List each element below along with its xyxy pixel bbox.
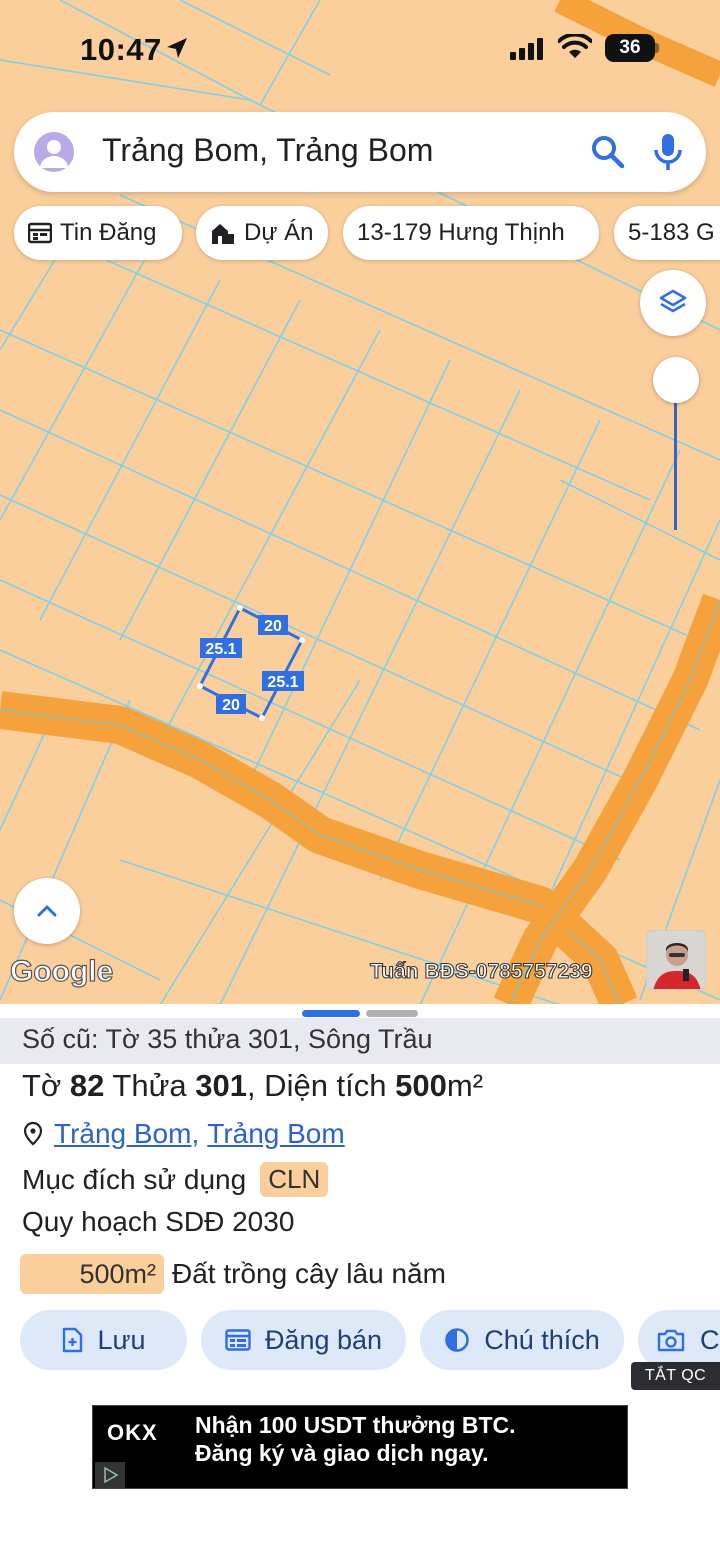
land-use-badge: CLN: [260, 1162, 329, 1197]
map-view[interactable]: 20 25.1 25.1 20 10:47 36 Trảng Bom, Trản…: [0, 0, 720, 1005]
parcel-edge-label: 20: [222, 697, 240, 714]
building-icon: [210, 222, 236, 244]
land-use-line: Mục đích sử dụng CLN: [22, 1162, 329, 1197]
selected-parcel[interactable]: 20 25.1 25.1 20: [197, 605, 305, 721]
parcel-edge-label: 25.1: [267, 674, 298, 691]
contrast-icon: [444, 1327, 470, 1353]
post-listing-label: Đăng bán: [264, 1324, 383, 1355]
camera-icon: [656, 1327, 686, 1353]
user-icon: [40, 140, 68, 168]
profile-thumbnail[interactable]: [646, 930, 706, 990]
save-label: Lưu: [97, 1324, 146, 1355]
plan-label: Quy hoạch SDĐ 2030: [22, 1206, 295, 1237]
ad-banner[interactable]: OKX Nhận 100 USDT thưởng BTC. Đăng ký và…: [92, 1405, 628, 1489]
layers-icon: [659, 289, 687, 313]
area-value: 500: [395, 1068, 447, 1103]
land-use-label: Mục đích sử dụng: [22, 1163, 247, 1195]
okx-logo: OKX: [107, 1420, 158, 1445]
sheet-handle-inactive[interactable]: [366, 1010, 418, 1017]
action-buttons: Lưu Đăng bán Chú thích C: [0, 1310, 720, 1372]
title-text: Thửa: [104, 1068, 196, 1103]
plan-area-description: Đất trồng cây lâu năm: [172, 1258, 446, 1289]
microphone-icon[interactable]: [648, 130, 688, 174]
chip-label: 5-183 G: [628, 219, 715, 246]
avatar[interactable]: [34, 132, 74, 172]
chevron-up-icon: [37, 905, 57, 917]
area-unit: m²: [446, 1068, 484, 1103]
parcel-edge-label: 25.1: [205, 641, 236, 658]
search-input[interactable]: Trảng Bom, Trảng Bom: [102, 132, 433, 169]
location-arrow-icon: [167, 38, 187, 58]
listing-icon: [225, 1328, 251, 1352]
search-icon[interactable]: [588, 132, 628, 172]
chip-next[interactable]: 5-183 G: [614, 206, 720, 260]
search-bar[interactable]: Trảng Bom, Trảng Bom: [14, 112, 706, 192]
watermark-text: Tuấn BĐS-0785757239: [369, 959, 593, 983]
ad-subline: Đăng ký và giao dịch ngay.: [195, 1440, 489, 1466]
add-file-icon: [61, 1327, 83, 1353]
expand-up-button[interactable]: [14, 878, 80, 944]
ad-play-icon[interactable]: [95, 1462, 125, 1488]
title-text: , Diện tích: [246, 1068, 396, 1103]
post-listing-button[interactable]: Đăng bán: [201, 1310, 406, 1370]
layers-button[interactable]: [640, 270, 706, 336]
address-link-district[interactable]: Trảng Bom: [54, 1118, 191, 1150]
filter-chips: Tin Đăng Dự Án 13-179 Hưng Thịnh 5-183 G: [0, 206, 720, 262]
battery-tip: [655, 43, 659, 53]
status-time: 10:47: [80, 32, 162, 67]
wifi-icon: [558, 34, 592, 58]
plan-area-row: 500m² Đất trồng cây lâu năm: [20, 1254, 446, 1294]
google-logo: Google: [9, 954, 114, 988]
address-separator: ,: [191, 1118, 200, 1149]
plan-area-chip: 500m²: [20, 1254, 164, 1294]
address-link-town[interactable]: Trảng Bom: [207, 1118, 344, 1150]
chip-hung-thinh[interactable]: 13-179 Hưng Thịnh: [343, 206, 599, 260]
address-line: Trảng Bom, Trảng Bom: [22, 1118, 345, 1150]
sheet-handle-active[interactable]: [302, 1010, 360, 1017]
status-bar: 10:47 36: [0, 0, 720, 100]
signal-icon: [510, 38, 543, 60]
battery-icon: 36: [605, 34, 655, 62]
parcel-edge-label: 20: [264, 618, 282, 635]
parcel-title: Tờ 82 Thửa 301, Diện tích 500m²: [22, 1068, 483, 1104]
chip-tin-dang[interactable]: Tin Đăng: [14, 206, 182, 260]
chip-label: 13-179 Hưng Thịnh: [357, 219, 565, 246]
chip-du-an[interactable]: Dự Án: [196, 206, 328, 260]
legend-button[interactable]: Chú thích: [420, 1310, 624, 1370]
capture-label: C: [700, 1324, 720, 1355]
close-ad-button[interactable]: TẮT QC: [631, 1362, 720, 1390]
save-button[interactable]: Lưu: [20, 1310, 187, 1370]
location-pin-icon: [23, 1121, 43, 1146]
old-parcel-info: Số cũ: Tờ 35 thửa 301, Sông Trầu: [0, 1018, 720, 1064]
chip-label: Tin Đăng: [60, 219, 157, 246]
ad-headline: Nhận 100 USDT thưởng BTC.: [195, 1412, 516, 1438]
parcel-number: 301: [195, 1068, 247, 1103]
sheet-number: 82: [69, 1068, 105, 1103]
capture-button[interactable]: C: [638, 1310, 720, 1370]
calendar-icon: [28, 222, 52, 244]
chip-label: Dự Án: [244, 219, 314, 246]
person-photo-icon: [647, 931, 705, 989]
opacity-slider-knob[interactable]: [653, 357, 699, 403]
legend-label: Chú thích: [484, 1324, 600, 1355]
title-text: Tờ: [22, 1068, 70, 1103]
